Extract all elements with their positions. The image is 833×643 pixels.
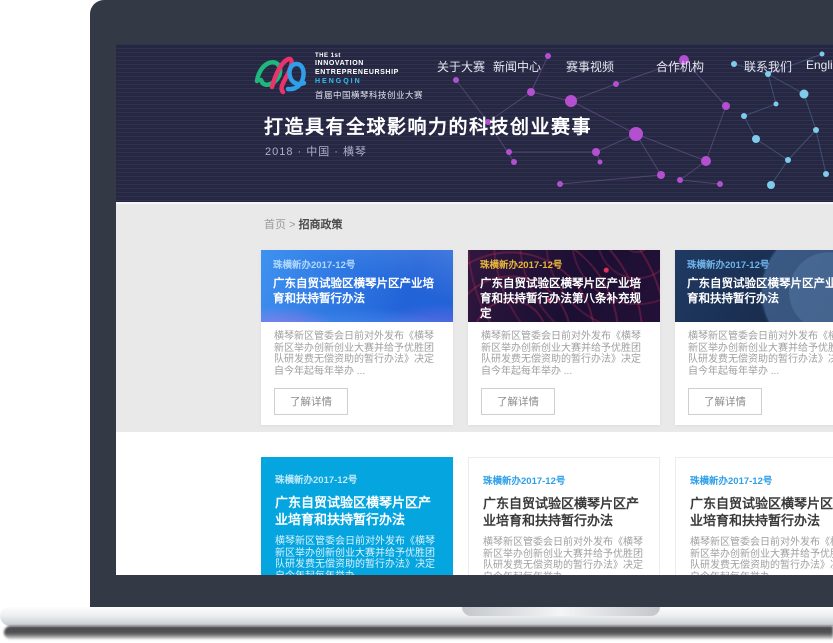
card-excerpt: 横琴新区管委会日前对外发布《横琴新区举办创新创业大赛并给予优胜团队研发费无偿资助… xyxy=(690,537,833,575)
card-title: 广东自贸试验区横琴片区产业培育和扶持暂行办法 xyxy=(273,277,441,307)
site-header: THE 1st INNOVATION ENTREPRENEURSHIP HENG… xyxy=(116,44,833,202)
card-title: 广东自贸试验区横琴片区产业培育和扶持暂行办法 xyxy=(687,277,833,307)
policy-card[interactable]: 珠横新办2017-12号 广东自贸试验区横琴片区产业培育和扶持暂行办法 横琴新区… xyxy=(468,457,660,575)
laptop-base xyxy=(0,607,833,626)
laptop-shadow xyxy=(4,626,833,639)
breadcrumb-current: 招商政策 xyxy=(299,219,343,231)
nav-item-partners[interactable]: 合作机构 xyxy=(656,58,704,75)
card-banner-red-tech: 珠横新办2017-12号 广东自贸试验区横琴片区产业培育和扶持暂行办法第八条补充… xyxy=(468,250,660,322)
card-banner-globe: 珠横新办2017-12号 广东自贸试验区横琴片区产业培育和扶持暂行办法 xyxy=(675,250,833,322)
laptop-base-notch xyxy=(462,607,660,616)
card-banner-blue-wave: 珠横新办2017-12号 广东自贸试验区横琴片区产业培育和扶持暂行办法 xyxy=(261,250,453,322)
doc-number-badge: 珠横新办2017-12号 xyxy=(483,473,645,487)
doc-number-badge: 珠横新办2017-12号 xyxy=(273,257,441,271)
logo-tagline: 首届中国横琴科技创业大赛 xyxy=(315,89,423,101)
logo-line-3: ENTREPRENEURSHIP xyxy=(315,68,423,77)
card-body: 横琴新区管委会日前对外发布《横琴新区举办创新创业大赛并给予优胜团队研发费无偿资助… xyxy=(468,322,660,425)
site-logo[interactable]: THE 1st INNOVATION ENTREPRENEURSHIP HENG… xyxy=(252,49,423,101)
doc-number-badge: 珠横新办2017-12号 xyxy=(275,472,439,486)
nav-item-contact[interactable]: 联系我们 xyxy=(744,58,792,75)
card-excerpt: 横琴新区管委会日前对外发布《横琴新区举办创新创业大赛并给予优胜团队研发费无偿资助… xyxy=(483,537,645,575)
nav-item-news[interactable]: 新闻中心 xyxy=(493,58,541,75)
hero-subtitle: 2018 · 中国 · 横琴 xyxy=(265,143,367,159)
hero-title: 打造具有全球影响力的科技创业赛事 xyxy=(264,112,592,139)
card-title: 广东自贸试验区横琴片区产业培育和扶持暂行办法 xyxy=(690,495,833,529)
logo-ribbon-icon xyxy=(252,49,308,97)
breadcrumb-separator: > xyxy=(289,219,295,231)
logo-line-2: INNOVATION xyxy=(315,59,423,68)
card-title: 广东自贸试验区横琴片区产业培育和扶持暂行办法第八条补充规定 xyxy=(480,277,648,322)
card-title: 广东自贸试验区横琴片区产业培育和扶持暂行办法 xyxy=(275,494,439,528)
nav-item-language[interactable]: English xyxy=(806,58,833,72)
detail-button[interactable]: 了解详情 xyxy=(688,388,762,415)
card-excerpt: 横琴新区管委会日前对外发布《横琴新区举办创新创业大赛并给予优胜团队研发费无偿资助… xyxy=(688,331,833,377)
logo-text: THE 1st INNOVATION ENTREPRENEURSHIP HENG… xyxy=(315,49,423,101)
screen-viewport: THE 1st INNOVATION ENTREPRENEURSHIP HENG… xyxy=(116,44,833,575)
main-content: 首页 > 招商政策 珠横新办2017-12号 广东自贸试验区横琴片区产业培育和扶… xyxy=(116,202,833,575)
card-body: 横琴新区管委会日前对外发布《横琴新区举办创新创业大赛并给予优胜团队研发费无偿资助… xyxy=(675,322,833,425)
nav-item-about[interactable]: 关于大赛 xyxy=(437,58,485,75)
card-title: 广东自贸试验区横琴片区产业培育和扶持暂行办法 xyxy=(483,495,645,529)
doc-number-badge: 珠横新办2017-12号 xyxy=(690,473,833,487)
policy-card[interactable]: 珠横新办2017-12号 广东自贸试验区横琴片区产业培育和扶持暂行办法 横琴新区… xyxy=(261,250,453,425)
nav-item-videos[interactable]: 赛事视频 xyxy=(566,58,614,75)
policy-card-row-1: 珠横新办2017-12号 广东自贸试验区横琴片区产业培育和扶持暂行办法 横琴新区… xyxy=(261,250,833,425)
detail-button[interactable]: 了解详情 xyxy=(481,388,555,415)
card-body: 横琴新区管委会日前对外发布《横琴新区举办创新创业大赛并给予优胜团队研发费无偿资助… xyxy=(261,322,453,425)
policy-card[interactable]: 珠横新办2017-12号 广东自贸试验区横琴片区产业培育和扶持暂行办法 横琴新区… xyxy=(675,250,833,425)
breadcrumb-home[interactable]: 首页 xyxy=(264,219,286,231)
card-excerpt: 横琴新区管委会日前对外发布《横琴新区举办创新创业大赛并给予优胜团队研发费无偿资助… xyxy=(274,331,440,377)
detail-button[interactable]: 了解详情 xyxy=(274,388,348,415)
policy-card[interactable]: 珠横新办2017-12号 广东自贸试验区横琴片区产业培育和扶持暂行办法 横琴新区… xyxy=(675,457,833,575)
policy-card-highlighted[interactable]: 珠横新办2017-12号 广东自贸试验区横琴片区产业培育和扶持暂行办法 横琴新区… xyxy=(261,457,453,575)
policy-card-row-2: 珠横新办2017-12号 广东自贸试验区横琴片区产业培育和扶持暂行办法 横琴新区… xyxy=(261,457,833,575)
policy-card[interactable]: 珠横新办2017-12号 广东自贸试验区横琴片区产业培育和扶持暂行办法第八条补充… xyxy=(468,250,660,425)
logo-line-4: HENGQIN xyxy=(315,77,423,86)
card-excerpt: 横琴新区管委会日前对外发布《横琴新区举办创新创业大赛并给予优胜团队研发费无偿资助… xyxy=(275,536,439,575)
doc-number-badge: 珠横新办2017-12号 xyxy=(480,257,648,271)
card-excerpt: 横琴新区管委会日前对外发布《横琴新区举办创新创业大赛并给予优胜团队研发费无偿资助… xyxy=(481,331,647,377)
breadcrumb: 首页 > 招商政策 xyxy=(264,216,343,232)
doc-number-badge: 珠横新办2017-12号 xyxy=(687,257,833,271)
